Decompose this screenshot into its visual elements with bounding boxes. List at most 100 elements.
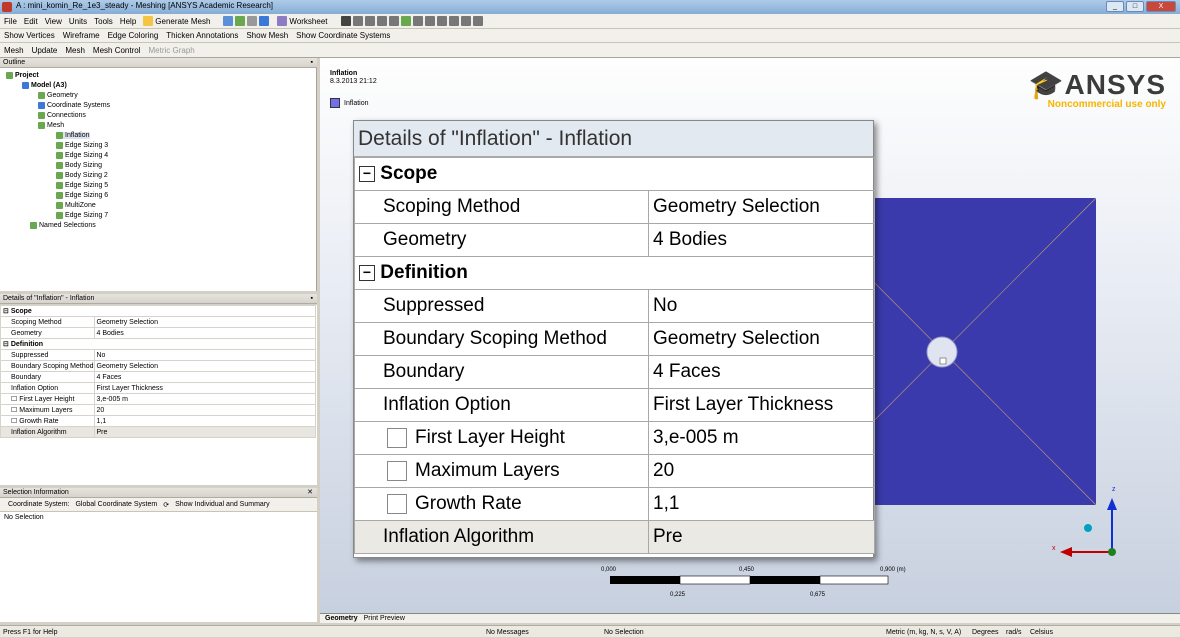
mesh-icon [38,122,45,129]
pan-icon[interactable] [424,16,435,26]
table-row[interactable]: Scoping Method Geometry Selection [354,190,875,224]
show-coordinate-systems-button[interactable]: Show Coordinate Systems [296,31,390,40]
collapse-icon[interactable]: − [359,264,375,281]
box-zoom-icon[interactable] [448,16,459,26]
refresh-icon[interactable]: ⟳ [163,501,169,509]
grid-icon[interactable] [223,16,234,26]
table-row[interactable]: Suppressed No [0,349,316,361]
generate-mesh-button[interactable]: Generate Mesh [143,16,217,26]
tree-named-selections[interactable]: Named Selections [30,222,96,229]
definition-group[interactable]: ⊟ Definition [0,338,316,350]
table-row[interactable]: Geometry 4 Bodies [354,223,875,257]
menu-help[interactable]: Help [120,17,136,26]
menu-tools[interactable]: Tools [94,17,113,26]
tree-project[interactable]: Project [6,72,39,79]
close-icon[interactable]: ✕ [307,488,313,498]
mode-icon[interactable] [400,16,411,26]
table-row[interactable]: Boundary Scoping Method Geometry Selectio… [0,360,316,372]
lightning-icon [143,16,154,26]
tree-multizone[interactable]: MultiZone [56,202,96,209]
table-row[interactable]: Scoping Method Geometry Selection [0,316,316,328]
menu-file[interactable]: File [4,17,17,26]
rotate-icon[interactable] [412,16,423,26]
table-row[interactable]: Boundary Scoping Method Geometry Selectio… [354,322,875,356]
collapse-icon[interactable]: − [359,165,375,182]
menu-view[interactable]: View [45,17,62,26]
table-row[interactable]: Inflation Algorithm Pre [0,426,316,438]
tree-geometry[interactable]: Geometry [38,92,78,99]
maximize-button[interactable]: □ [1126,1,1144,12]
metric-graph-button[interactable]: Metric Graph [149,46,195,55]
tree-body-sizing-2[interactable]: Body Sizing 2 [56,172,108,179]
preview-icon[interactable] [235,16,246,26]
checkbox[interactable] [387,493,407,514]
checkbox[interactable] [387,427,407,448]
tree-inflation[interactable]: Inflation [56,132,90,139]
no-selection-text: No Selection [4,514,44,521]
body-icon[interactable] [388,16,399,26]
show-individual-dropdown[interactable]: Show Individual and Summary [175,501,270,508]
table-row[interactable]: ☐ Growth Rate 1,1 [0,415,316,427]
status-rad[interactable]: rad/s [1006,627,1022,638]
table-row[interactable]: Inflation Option First Layer Thickness [354,388,875,422]
zoom-fit-icon[interactable] [460,16,471,26]
table-row[interactable]: Boundary 4 Faces [0,371,316,383]
thicken-annotations-button[interactable]: Thicken Annotations [166,31,238,40]
face-icon[interactable] [376,16,387,26]
table-row[interactable]: ☐ First Layer Height 3,e-005 m [0,393,316,405]
table-row[interactable]: First Layer Height 3,e-005 m [354,421,875,455]
menu-edit[interactable]: Edit [24,17,38,26]
status-messages[interactable]: No Messages [486,627,529,638]
checkbox[interactable] [387,460,407,481]
status-temp[interactable]: Celsius [1030,627,1053,638]
table-row[interactable]: Inflation Option First Layer Thickness [0,382,316,394]
pin-icon[interactable]: ▪ [311,58,313,68]
table-row[interactable]: ☐ Maximum Layers 20 [0,404,316,416]
scope-group[interactable]: ⊟ Scope [0,305,316,317]
image-icon[interactable] [259,16,270,26]
selection-title: Selection Information [3,489,69,496]
table-row[interactable]: Geometry 4 Bodies [0,327,316,339]
show-mesh-button[interactable]: Show Mesh [246,31,288,40]
tree-edge-sizing-4[interactable]: Edge Sizing 4 [56,152,108,159]
status-angle[interactable]: Degrees [972,627,998,638]
table-row[interactable]: Growth Rate 1,1 [354,487,875,521]
coord-dropdown[interactable]: Global Coordinate System [75,501,157,508]
tree-coordinate-systems[interactable]: Coordinate Systems [38,102,110,109]
tree-connections[interactable]: Connections [38,112,86,119]
magnifier-icon[interactable] [472,16,483,26]
edge-coloring-button[interactable]: Edge Coloring [108,31,159,40]
menu-units[interactable]: Units [69,17,87,26]
table-row[interactable]: Suppressed No [354,289,875,323]
tree-body-sizing[interactable]: Body Sizing [56,162,102,169]
tree-edge-sizing-6[interactable]: Edge Sizing 6 [56,192,108,199]
mesh-control-dropdown[interactable]: Mesh Control [93,46,141,55]
graphics-toolbar: Show Vertices Wireframe Edge Coloring Th… [0,29,1180,43]
worksheet-button[interactable]: Worksheet [277,16,334,26]
edge-icon[interactable] [364,16,375,26]
point-icon[interactable] [352,16,363,26]
tab-geometry[interactable]: Geometry [325,615,358,622]
table-row[interactable]: Maximum Layers 20 [354,454,875,488]
callout-scope-group[interactable]: − Scope [354,157,875,191]
tree-edge-sizing-7[interactable]: Edge Sizing 7 [56,212,108,219]
minimize-button[interactable]: _ [1106,1,1124,12]
zoom-icon[interactable] [436,16,447,26]
show-vertices-button[interactable]: Show Vertices [4,31,55,40]
table-row[interactable]: Inflation Algorithm Pre [354,520,875,554]
table-row[interactable]: Boundary 4 Faces [354,355,875,389]
tree-edge-sizing-5[interactable]: Edge Sizing 5 [56,182,108,189]
mesh-dropdown[interactable]: Mesh [65,46,85,55]
select-icon[interactable] [340,16,351,26]
close-button[interactable]: X [1146,1,1176,12]
tree-mesh[interactable]: Mesh [38,122,64,129]
wireframe-button[interactable]: Wireframe [63,31,100,40]
surface-icon[interactable] [247,16,258,26]
tree-model[interactable]: Model (A3) [22,82,67,89]
tree-edge-sizing-3[interactable]: Edge Sizing 3 [56,142,108,149]
update-button[interactable]: Update [32,46,58,55]
pin-icon[interactable]: ▪ [311,294,313,304]
callout-definition-group[interactable]: − Definition [354,256,875,290]
status-units[interactable]: Metric (m, kg, N, s, V, A) [886,627,961,638]
tab-print-preview[interactable]: Print Preview [364,615,405,622]
